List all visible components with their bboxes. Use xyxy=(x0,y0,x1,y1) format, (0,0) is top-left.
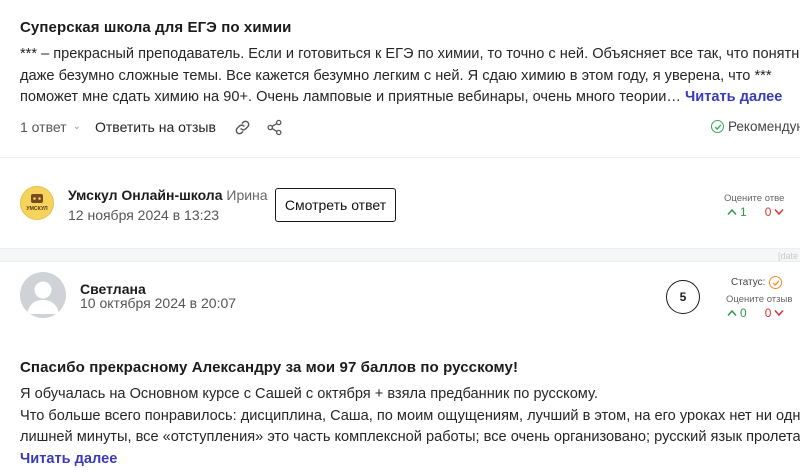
rate-label: Оцените отзыв xyxy=(726,294,793,305)
review-title: Спасибо прекрасному Александру за мои 97… xyxy=(20,359,519,376)
school-logo-text: УМСКУЛ xyxy=(26,206,48,212)
review-date: 10 октября 2024 в 20:07 xyxy=(80,295,237,311)
link-icon xyxy=(236,120,250,134)
chevron-down-icon: ⌄ xyxy=(72,120,81,132)
review-text-line: *** – прекрасный преподаватель. Если и г… xyxy=(20,46,800,62)
recommend-badge: Рекомендую xyxy=(711,119,800,134)
rate-label: Оцените отве xyxy=(724,193,785,204)
rate-controls: 1 0 xyxy=(727,205,784,219)
user-icon xyxy=(27,281,59,314)
chevron-up-icon xyxy=(727,309,737,316)
downvote-button[interactable]: 0 xyxy=(765,306,785,320)
review-text-line: поможет мне сдать химию на 90+. Очень ла… xyxy=(20,87,800,109)
divider xyxy=(0,157,800,158)
rating-badge: 5 xyxy=(666,280,700,314)
upvote-count: 0 xyxy=(740,306,747,320)
review-text: *** – прекрасный преподаватель. Если и г… xyxy=(20,44,800,109)
copy-link-button[interactable] xyxy=(234,118,252,136)
view-answer-button[interactable]: Смотреть ответ xyxy=(275,188,396,222)
recommend-label: Рекомендую xyxy=(728,119,800,134)
upvote-button[interactable]: 1 xyxy=(727,205,747,219)
review-text-line: даже безумно сложные темы. Все кажется б… xyxy=(20,67,772,84)
school-name: Умскул Онлайн-школа xyxy=(68,187,223,203)
downvote-button[interactable]: 0 xyxy=(765,205,785,219)
reply-to-review-link[interactable]: Ответить на отзыв xyxy=(95,119,216,135)
review-actions: 1 ответ ⌄ Ответить на отзыв xyxy=(20,118,284,136)
chevron-down-icon xyxy=(774,310,784,317)
check-circle-icon xyxy=(711,120,724,133)
read-more-link[interactable]: Читать далее xyxy=(20,449,800,471)
review-text-line: Что больше всего понравилось: дисциплина… xyxy=(20,407,800,424)
avatar xyxy=(20,272,66,318)
read-more-link[interactable]: Читать далее xyxy=(685,89,782,105)
share-icon xyxy=(267,119,282,135)
answers-dropdown[interactable]: 1 ответ ⌄ xyxy=(20,119,81,135)
downvote-count: 0 xyxy=(764,205,772,219)
share-button[interactable] xyxy=(266,118,284,136)
upvote-button[interactable]: 0 xyxy=(727,306,747,320)
reply-author: Умскул Онлайн-школа Ирина xyxy=(68,187,268,203)
reply-date: 12 ноября 2024 в 13:23 xyxy=(68,207,220,223)
rate-controls: 0 0 xyxy=(727,306,784,320)
review-text: Я обучалась на Основном курсе с Сашей с … xyxy=(20,384,800,470)
separator-tag: [date xyxy=(777,251,798,261)
status-pending-icon xyxy=(769,276,783,289)
reply-person: Ирина xyxy=(226,187,268,203)
review-title: Суперская школа для ЕГЭ по химии xyxy=(20,19,292,36)
chevron-down-icon xyxy=(774,209,784,216)
review-text-line: лишней минуты, все «отступления» это час… xyxy=(20,429,800,445)
school-logo-icon: УМСКУЛ xyxy=(26,194,48,212)
section-separator: [date xyxy=(0,248,800,262)
school-logo: УМСКУЛ xyxy=(20,186,54,220)
review-status: Статус: xyxy=(731,276,783,289)
review-text-line: Я обучалась на Основном курсе с Сашей с … xyxy=(20,386,598,402)
upvote-count: 1 xyxy=(740,205,747,219)
downvote-count: 0 xyxy=(764,306,772,320)
answers-count: 1 ответ xyxy=(20,119,67,135)
status-label: Статус: xyxy=(731,277,766,288)
chevron-up-icon xyxy=(727,208,737,215)
review-text-line-content: поможет мне сдать химию на 90+. Очень ла… xyxy=(20,89,681,105)
